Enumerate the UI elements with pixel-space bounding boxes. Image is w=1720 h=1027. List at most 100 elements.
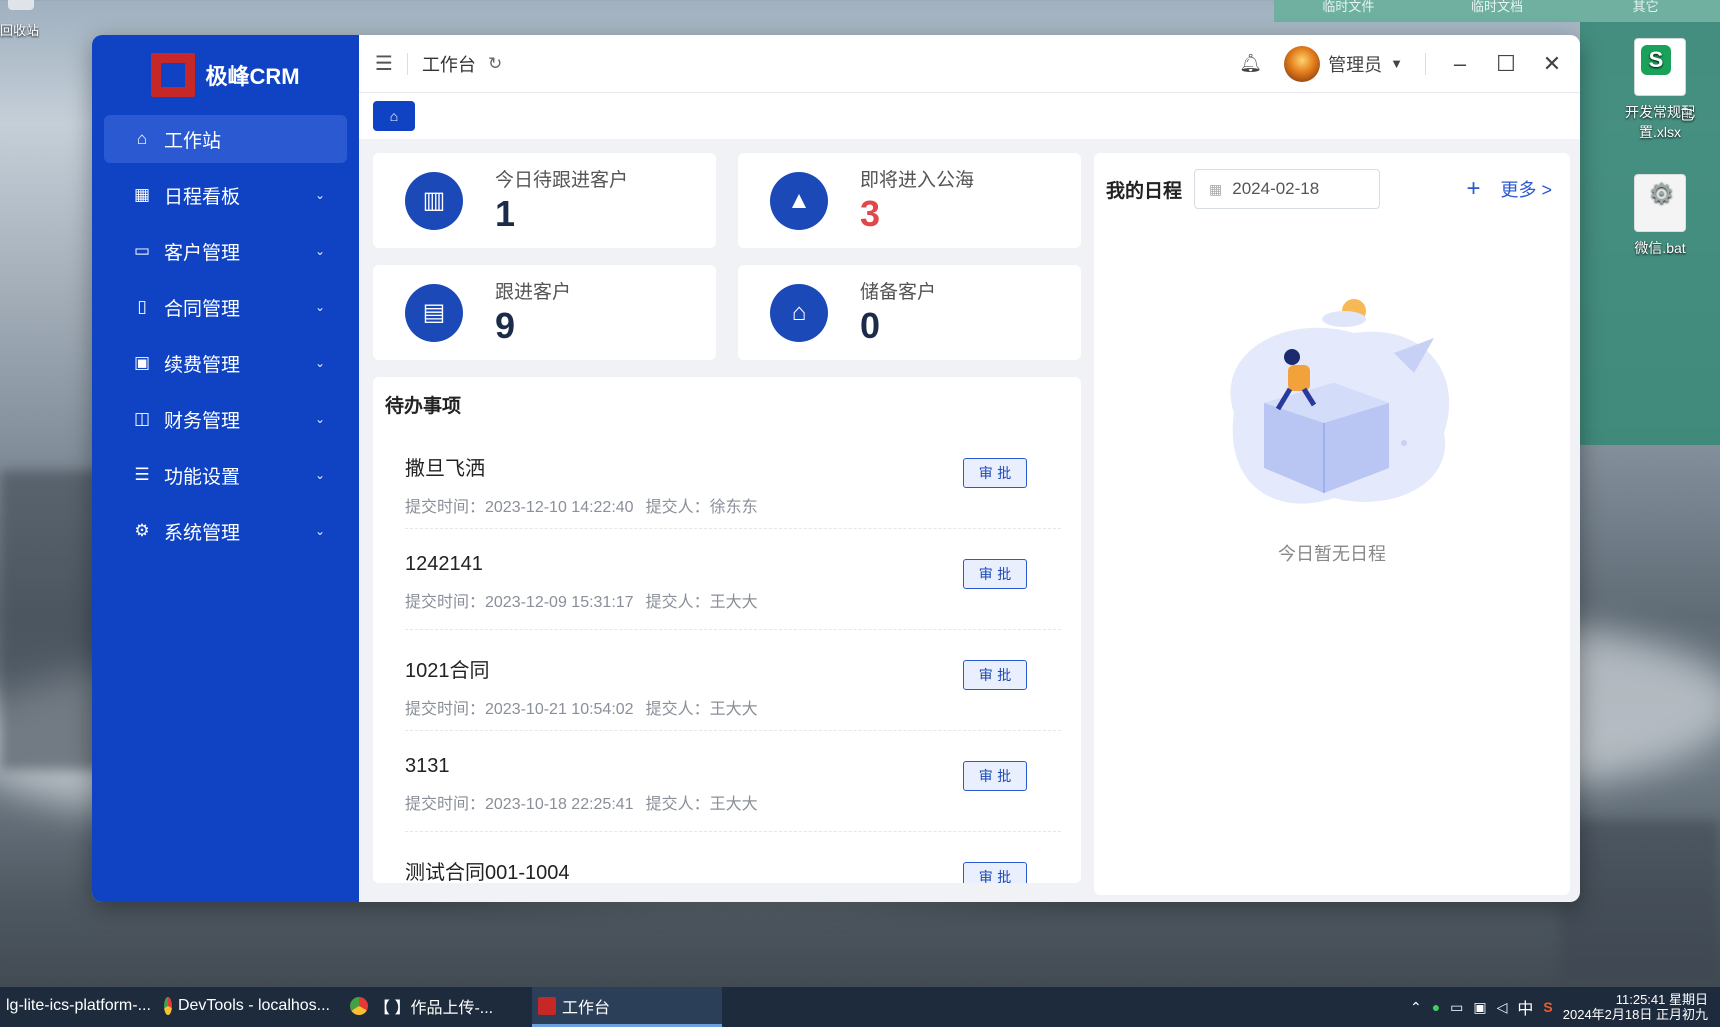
app-logo[interactable]: 极峰CRM (92, 35, 359, 115)
submitter: 提交人：王大大 (645, 796, 758, 813)
desktop-file-xlsx[interactable]: 开发常规配置.xlsx (1615, 38, 1705, 142)
empty-schedule-illustration (1230, 299, 1450, 504)
todo-item[interactable]: 1021合同 提交时间：2023-10-21 10:54:02 提交人：王大大 审… (405, 630, 1061, 731)
stat-value: 1 (495, 193, 516, 235)
fence-tab[interactable]: 其它 (1571, 0, 1720, 22)
calendar-icon: ▦ (1209, 180, 1223, 197)
sidebar-item-finance[interactable]: ◫ 财务管理 ⌄ (104, 395, 347, 443)
wechat-icon[interactable]: ● (1432, 999, 1440, 1015)
todo-item[interactable]: 1242141 提交时间：2023-12-09 15:31:17 提交人：王大大 … (405, 529, 1061, 630)
battery-icon[interactable]: ▭ (1450, 999, 1463, 1016)
stat-card-today-followup[interactable]: ▥ 今日待跟进客户 1 (373, 153, 716, 248)
todo-item[interactable]: 3131 提交时间：2023-10-18 22:25:41 提交人：王大大 审 批 (405, 731, 1061, 832)
crm-app-icon (538, 996, 556, 1015)
taskbar-item[interactable]: 【 】作品上传-... (344, 987, 524, 1027)
refresh-icon[interactable]: ↻ (488, 54, 502, 74)
stat-card-followup-customers[interactable]: ▤ 跟进客户 9 (373, 265, 716, 360)
add-schedule-icon[interactable]: + (1466, 175, 1480, 203)
taskbar-item-active[interactable]: 工作台 (532, 987, 722, 1027)
todo-item[interactable]: 测试合同001-1004 审 批 (405, 832, 1061, 883)
approve-button[interactable]: 审 批 (963, 458, 1027, 488)
minimize-icon[interactable]: – (1448, 51, 1472, 77)
spreadsheet-icon (1634, 38, 1686, 96)
stat-value: 9 (495, 305, 516, 347)
bell-icon[interactable]: 🔔︎ (1239, 53, 1262, 74)
taskbar-item[interactable]: lg-lite-ics-platform-... (0, 987, 150, 1027)
maximize-icon[interactable]: ☐ (1494, 51, 1518, 77)
home-tab[interactable]: ⌂ (373, 101, 415, 131)
divider (1425, 52, 1426, 75)
volume-icon[interactable]: ◁ (1497, 999, 1508, 1016)
todo-item[interactable]: 撒旦飞洒 提交时间：2023-12-10 14:22:40 提交人：徐东东 审 批 (405, 428, 1061, 529)
sidebar-item-label: 财务管理 (164, 410, 241, 432)
chevron-down-icon: ⌄ (314, 188, 326, 202)
clock[interactable]: 11:25:41 星期日 2024年2月18日 正月初九 (1563, 992, 1708, 1022)
stat-card-reserve-customers[interactable]: ⌂ 储备客户 0 (738, 265, 1081, 360)
recycle-bin-desktop-icon[interactable]: 回收站 (0, 0, 60, 40)
stat-card-entering-pool[interactable]: ▲ 即将进入公海 3 (738, 153, 1081, 248)
avatar (1284, 45, 1321, 82)
stat-value: 0 (860, 305, 881, 347)
collapse-menu-icon[interactable]: ☰ (375, 51, 393, 76)
empty-schedule-text: 今日暂无日程 (1278, 544, 1386, 564)
submit-time: 提交时间：2023-12-10 14:22:40 (405, 499, 634, 516)
stat-label: 今日待跟进客户 (495, 170, 629, 192)
breadcrumb: 工作台 (421, 54, 476, 75)
divider (406, 52, 408, 75)
clock-date: 2024年2月18日 正月初九 (1562, 1007, 1708, 1022)
sidebar-menu: ⌂ 工作站 ▦ 日程看板 ⌄ ▭ 客户管理 ⌄ ▯ 合同管理 ⌄ ▣ 续费管理 (92, 115, 359, 555)
sidebar: 极峰CRM ⌂ 工作站 ▦ 日程看板 ⌄ ▭ 客户管理 ⌄ ▯ 合同管理 ⌄ ▣… (92, 35, 359, 902)
desktop-file-label: 已 (1680, 107, 1694, 123)
date-value: 2024-02-18 (1232, 179, 1320, 198)
caret-down-icon: ▼ (1390, 56, 1403, 71)
user-menu[interactable]: 管理员 ▼ (1284, 45, 1403, 82)
chevron-down-icon: ⌄ (314, 300, 326, 314)
sidebar-item-workstation[interactable]: ⌂ 工作站 (104, 115, 347, 163)
date-picker[interactable]: ▦ 2024-02-18 (1194, 169, 1381, 209)
taskbar: lg-lite-ics-platform-... DevTools - loca… (0, 987, 1720, 1027)
logo-text: 极峰CRM (205, 64, 300, 89)
approve-button[interactable]: 审 批 (963, 559, 1027, 589)
todo-panel: 待办事项 撒旦飞洒 提交时间：2023-12-10 14:22:40 提交人：徐东… (373, 377, 1081, 883)
desktop-file-partial[interactable]: 已 (1680, 105, 1720, 125)
schedule-title: 我的日程 (1106, 180, 1183, 202)
home-icon: ⌂ (389, 108, 399, 124)
taskbar-item-label: 【 】作品上传-... (374, 999, 494, 1017)
fence-tab[interactable]: 临时文档 (1423, 0, 1572, 22)
chevron-up-icon[interactable]: ⌃ (1410, 999, 1422, 1016)
chart-icon: ◫ (133, 409, 151, 428)
clock-time: 11:25:41 星期日 (1615, 992, 1708, 1007)
todo-item-meta: 提交时间：2023-12-09 15:31:17 提交人：王大大 (405, 588, 1061, 612)
chrome-icon (350, 996, 368, 1015)
close-icon[interactable]: ✕ (1540, 51, 1564, 77)
taskbar-item-label: DevTools - localhos... (177, 996, 330, 1014)
gear-icon: ⚙ (134, 521, 150, 540)
network-icon[interactable]: ▣ (1473, 999, 1486, 1016)
sidebar-item-schedule-board[interactable]: ▦ 日程看板 ⌄ (104, 171, 347, 219)
sidebar-item-renewals[interactable]: ▣ 续费管理 ⌄ (104, 339, 347, 387)
taskbar-item[interactable]: DevTools - localhos... (158, 987, 336, 1027)
desktop-file-bat[interactable]: 微信.bat (1615, 174, 1705, 258)
more-link[interactable]: 更多 > (1500, 176, 1552, 202)
page-tabs-bar: ⌂ (359, 93, 1580, 139)
approve-button[interactable]: 审 批 (963, 761, 1027, 791)
submitter: 提交人：徐东东 (645, 499, 758, 516)
sidebar-item-label: 系统管理 (164, 522, 241, 544)
fence-tab[interactable]: 临时文件 (1274, 0, 1423, 22)
submit-time: 提交时间：2023-10-21 10:54:02 (405, 701, 634, 718)
user-name: 管理员 (1328, 54, 1383, 75)
home-icon: ⌂ (136, 129, 148, 148)
sidebar-item-system[interactable]: ⚙ 系统管理 ⌄ (104, 507, 347, 555)
ime-indicator[interactable]: 中 (1517, 995, 1533, 1019)
desktop-file-label: 微信.bat (1634, 240, 1686, 256)
sidebar-item-customers[interactable]: ▭ 客户管理 ⌄ (104, 227, 347, 275)
bank-icon: ⌂ (770, 283, 828, 342)
sogou-icon[interactable]: S (1543, 999, 1552, 1015)
sidebar-item-features[interactable]: ☰ 功能设置 ⌄ (104, 451, 347, 499)
approve-button[interactable]: 审 批 (963, 660, 1027, 690)
approve-button[interactable]: 审 批 (963, 862, 1027, 883)
sidebar-item-label: 工作站 (164, 130, 222, 152)
sidebar-item-contracts[interactable]: ▯ 合同管理 ⌄ (104, 283, 347, 331)
pyramid-icon: ▲ (770, 171, 828, 230)
chrome-icon (164, 996, 172, 1015)
